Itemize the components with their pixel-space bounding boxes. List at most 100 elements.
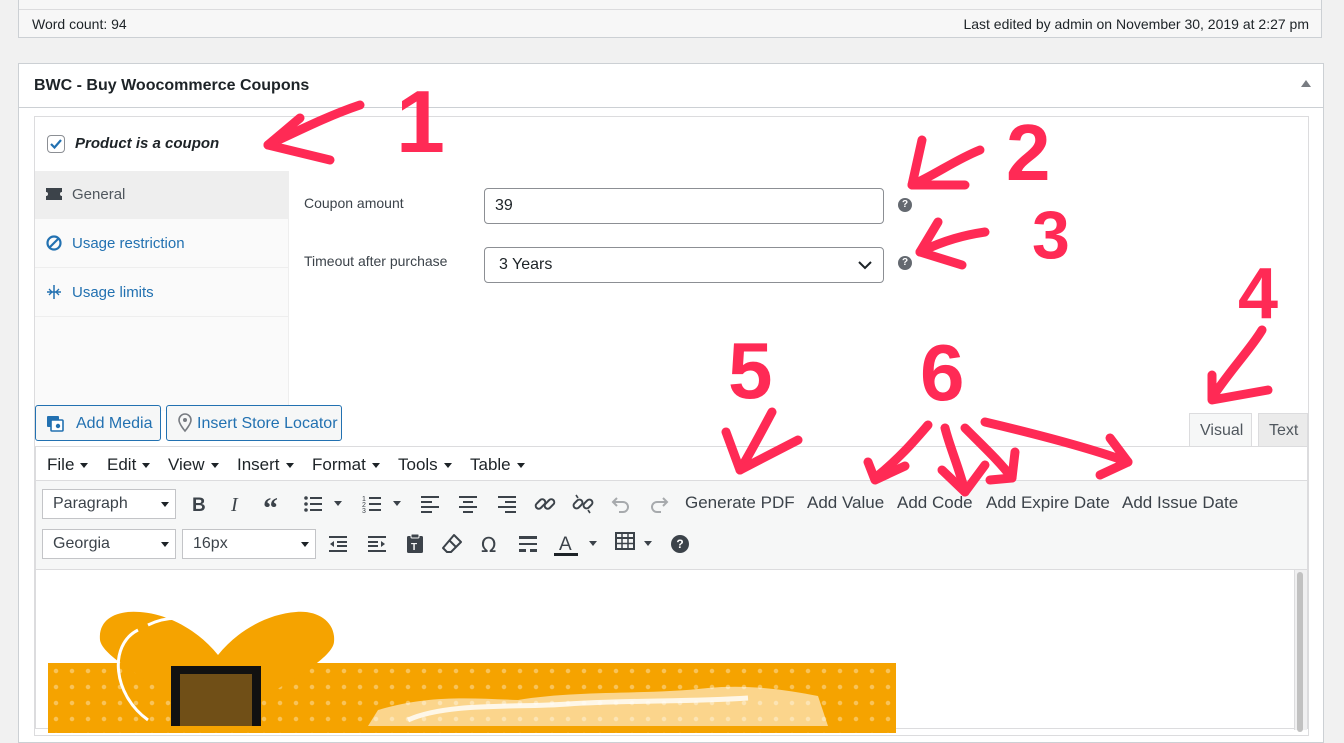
table-caret-icon[interactable] — [644, 541, 652, 546]
tab-general-label: General — [72, 186, 126, 203]
coupon-amount-label: Coupon amount — [304, 195, 404, 211]
caret-down-icon — [516, 463, 525, 468]
timeout-select[interactable]: 3 Years — [484, 247, 884, 283]
tab-usage-restriction[interactable]: Usage restriction — [35, 220, 288, 268]
menu-view-label: View — [168, 455, 205, 474]
coupon-amount-help-icon[interactable]: ? — [898, 198, 912, 212]
align-right-button[interactable] — [495, 492, 519, 516]
omega-glyph: Ω — [481, 533, 496, 556]
status-divider — [19, 9, 1321, 10]
product-is-coupon-label[interactable]: Product is a coupon — [75, 135, 219, 152]
outdent-icon — [329, 536, 347, 552]
tab-visual[interactable]: Visual — [1189, 413, 1252, 447]
menu-table-label: Table — [470, 455, 511, 474]
clear-formatting-button[interactable] — [440, 532, 464, 556]
editor-menubar: File Edit View Insert Format Tools Table — [35, 446, 1308, 481]
menu-tools-label: Tools — [398, 455, 438, 474]
timeout-label: Timeout after purchase — [304, 253, 448, 269]
table-button[interactable] — [614, 530, 638, 554]
numbered-list-caret-icon[interactable] — [393, 501, 401, 506]
collapse-toggle-icon[interactable] — [1301, 80, 1311, 87]
paste-text-button[interactable]: T — [403, 532, 427, 556]
coupon-amount-value: 39 — [495, 197, 513, 214]
timeout-help-icon[interactable]: ? — [898, 256, 912, 270]
tab-visual-label: Visual — [1200, 422, 1244, 439]
unlink-button[interactable] — [571, 492, 595, 516]
insert-store-locator-button[interactable]: Insert Store Locator — [166, 405, 342, 441]
horizontal-line-icon — [519, 536, 537, 552]
align-center-button[interactable] — [456, 492, 480, 516]
omega-icon: Ω — [481, 533, 496, 556]
menu-table[interactable]: Table — [470, 455, 525, 475]
media-icon — [47, 416, 64, 432]
add-media-label: Add Media — [76, 415, 153, 432]
product-is-coupon-checkbox[interactable] — [47, 135, 65, 153]
numbered-list-button[interactable]: 1 2 3 — [360, 492, 384, 516]
last-edited: Last edited by admin on November 30, 201… — [963, 16, 1309, 32]
text-color-caret-icon[interactable] — [589, 541, 597, 546]
metabox-header[interactable]: BWC - Buy Woocommerce Coupons — [19, 64, 1323, 108]
text-color-icon: A — [554, 534, 578, 556]
checkmark-icon — [50, 139, 62, 150]
menu-edit-label: Edit — [107, 455, 137, 474]
outdent-button[interactable] — [326, 532, 350, 556]
menu-format[interactable]: Format — [312, 455, 380, 475]
coupon-tabs: General Usage restriction Usage limits — [35, 171, 289, 411]
horizontal-line-button[interactable] — [516, 532, 540, 556]
redo-button[interactable] — [647, 492, 671, 516]
keyboard-shortcuts-help-icon[interactable]: ? — [671, 535, 689, 553]
font-size-value: 16px — [193, 535, 228, 552]
caret-down-icon — [161, 542, 169, 547]
bullet-list-caret-icon[interactable] — [334, 501, 342, 506]
map-pin-icon — [178, 413, 192, 433]
editor-status-bar: Word count: 94 Last edited by admin on N… — [18, 0, 1322, 38]
align-left-icon — [421, 496, 439, 513]
eraser-icon — [442, 534, 462, 553]
menu-file[interactable]: File — [47, 455, 89, 475]
italic-button[interactable]: I — [225, 492, 249, 516]
align-center-icon — [459, 496, 477, 513]
text-color-button[interactable]: A — [554, 532, 578, 556]
add-media-button[interactable]: Add Media — [35, 405, 161, 441]
svg-text:3: 3 — [362, 508, 366, 515]
font-family-select[interactable]: Georgia — [42, 529, 176, 559]
tab-usage-limits-label: Usage limits — [72, 284, 154, 301]
caret-down-icon — [210, 463, 219, 468]
word-count: Word count: 94 — [32, 16, 127, 32]
align-right-icon — [498, 496, 516, 513]
editor-scrollbar-thumb[interactable] — [1297, 572, 1303, 732]
svg-text:“: “ — [263, 492, 278, 516]
caret-down-icon — [80, 463, 89, 468]
format-select-value: Paragraph — [53, 495, 128, 512]
tab-usage-restriction-label: Usage restriction — [72, 235, 185, 252]
caret-down-icon — [285, 463, 294, 468]
coupon-amount-input[interactable]: 39 — [484, 188, 884, 224]
bold-button[interactable]: B — [187, 492, 211, 516]
coupon-image-artwork — [99, 611, 828, 726]
blockquote-button[interactable]: “ — [262, 492, 286, 516]
menu-format-label: Format — [312, 455, 366, 474]
generate-pdf-button[interactable]: Generate PDF — [685, 493, 795, 513]
tab-text[interactable]: Text — [1258, 413, 1308, 447]
svg-text:I: I — [230, 494, 239, 516]
tab-general[interactable]: General — [35, 171, 288, 219]
add-issue-date-button[interactable]: Add Issue Date — [1122, 493, 1238, 513]
tab-usage-limits[interactable]: Usage limits — [35, 269, 288, 317]
special-character-button[interactable]: Ω — [478, 532, 502, 556]
indent-button[interactable] — [365, 532, 389, 556]
menu-insert[interactable]: Insert — [237, 455, 294, 475]
format-select[interactable]: Paragraph — [42, 489, 176, 519]
bullet-list-button[interactable] — [301, 492, 325, 516]
menu-edit[interactable]: Edit — [107, 455, 151, 475]
add-expire-date-button[interactable]: Add Expire Date — [986, 493, 1110, 513]
undo-button[interactable] — [609, 492, 633, 516]
link-icon — [534, 498, 556, 510]
insert-link-button[interactable] — [533, 492, 557, 516]
align-left-button[interactable] — [418, 492, 442, 516]
font-size-select[interactable]: 16px — [182, 529, 316, 559]
table-icon — [615, 532, 635, 550]
add-code-button[interactable]: Add Code — [897, 493, 973, 513]
menu-tools[interactable]: Tools — [398, 455, 452, 475]
add-value-button[interactable]: Add Value — [807, 493, 884, 513]
menu-view[interactable]: View — [168, 455, 219, 475]
